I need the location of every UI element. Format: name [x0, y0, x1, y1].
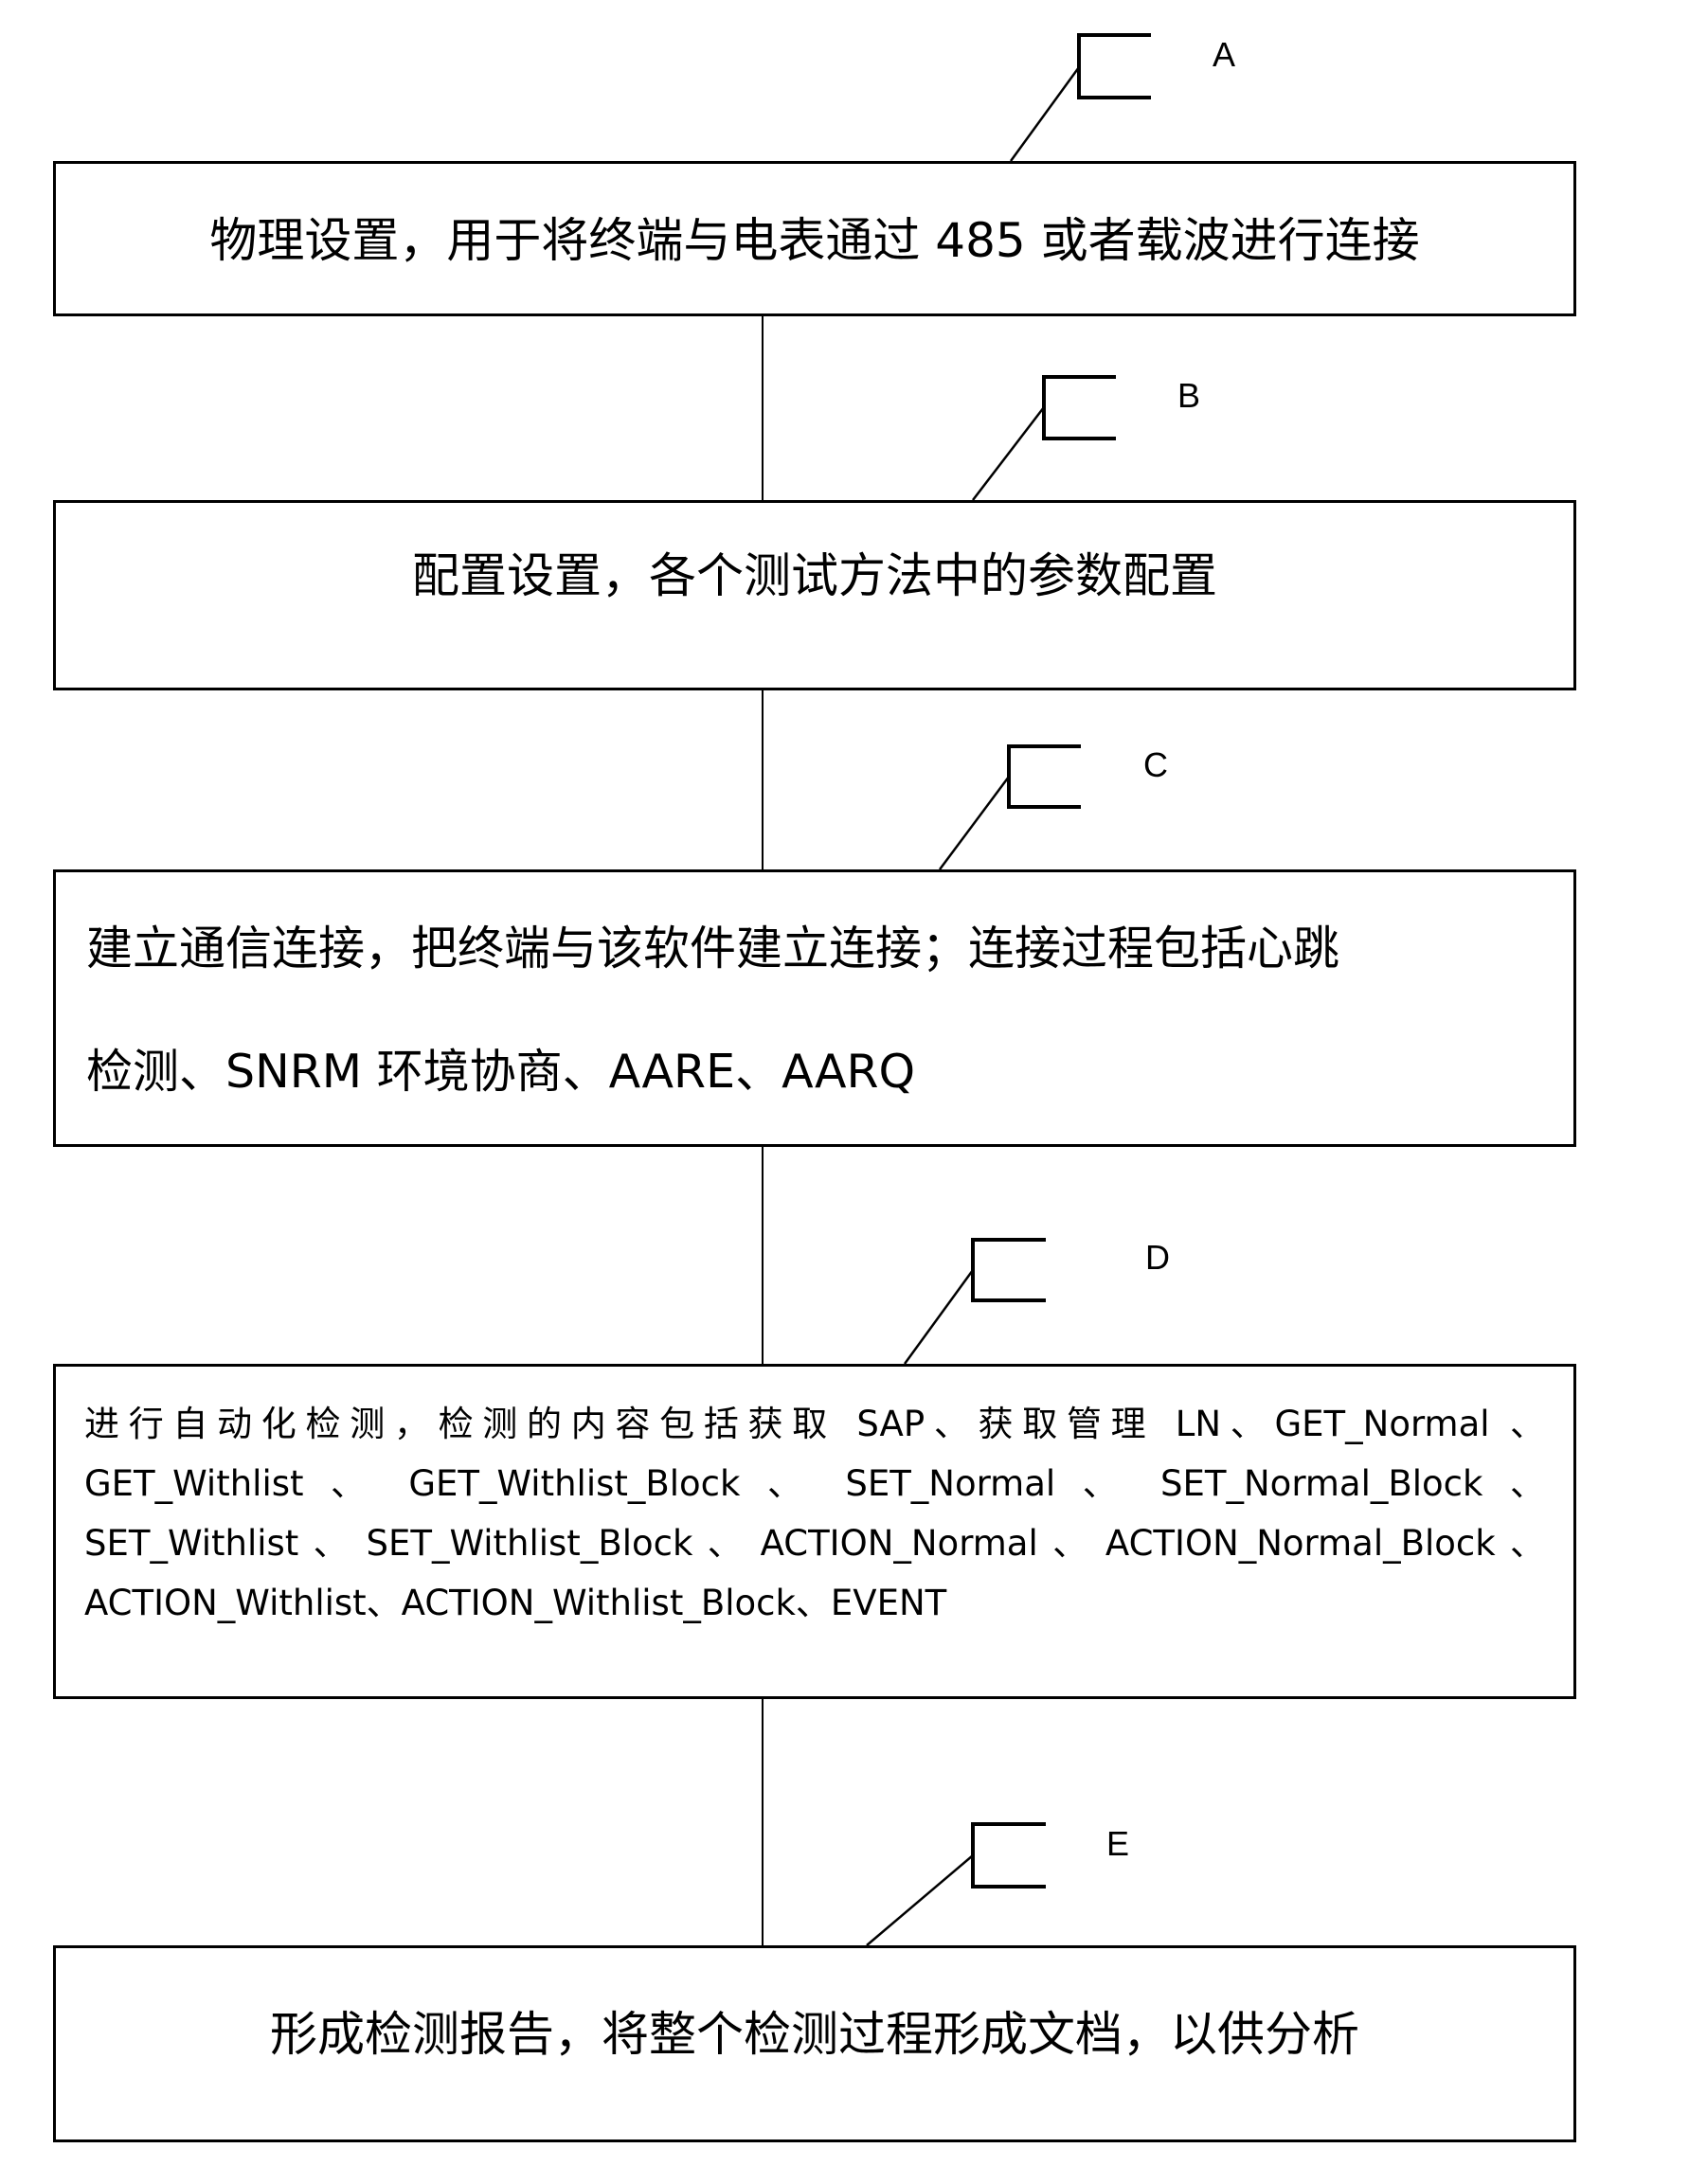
step-text-d-line-4: ACTION_Withlist、ACTION_Withlist_Block、EV… [84, 1583, 947, 1623]
step-text-a: 物理设置，用于将终端与电表通过 485 或者载波进行连接 [209, 213, 1420, 268]
step-text-b: 配置设置，各个测试方法中的参数配置 [412, 548, 1217, 603]
callout-bracket-b [972, 375, 1116, 501]
step-text-e: 形成检测报告，将整个检测过程形成文档，以供分析 [270, 2007, 1359, 2062]
step-box-b: 配置设置，各个测试方法中的参数配置 [53, 500, 1576, 690]
step-text-d-line-2: GET_Withlist 、 GET_Withlist_Block 、 SET_… [84, 1463, 1545, 1504]
callout-bracket-a [1009, 33, 1151, 162]
step-label-d: D [1145, 1238, 1170, 1277]
step-box-c: 建立通信连接，把终端与该软件建立连接；连接过程包括心跳 检测、SNRM 环境协商… [53, 869, 1576, 1147]
step-label-c: C [1143, 745, 1168, 784]
step-box-d: 进行自动化检测，检测的内容包括获取 SAP、获取管理 LN、GET_Normal… [53, 1364, 1576, 1699]
step-text-d-line-1: 进行自动化检测，检测的内容包括获取 SAP、获取管理 LN、GET_Normal… [84, 1404, 1545, 1444]
step-text-c-line-1: 建立通信连接，把终端与该软件建立连接；连接过程包括心跳 [86, 922, 1340, 976]
callout-bracket-e [866, 1822, 1046, 1946]
step-label-a: A [1213, 35, 1236, 74]
step-box-e: 形成检测报告，将整个检测过程形成文档，以供分析 [53, 1945, 1576, 2142]
step-label-b: B [1177, 376, 1201, 415]
callout-bracket-c [938, 744, 1081, 870]
step-box-a: 物理设置，用于将终端与电表通过 485 或者载波进行连接 [53, 161, 1576, 316]
step-label-e: E [1106, 1824, 1130, 1863]
step-text-d-line-3: SET_Withlist 、 SET_Withlist_Block 、 ACTI… [84, 1523, 1545, 1564]
step-text-c-line-2: 检测、SNRM 环境协商、AARE、AARQ [86, 1045, 916, 1099]
callout-bracket-d [903, 1238, 1046, 1365]
